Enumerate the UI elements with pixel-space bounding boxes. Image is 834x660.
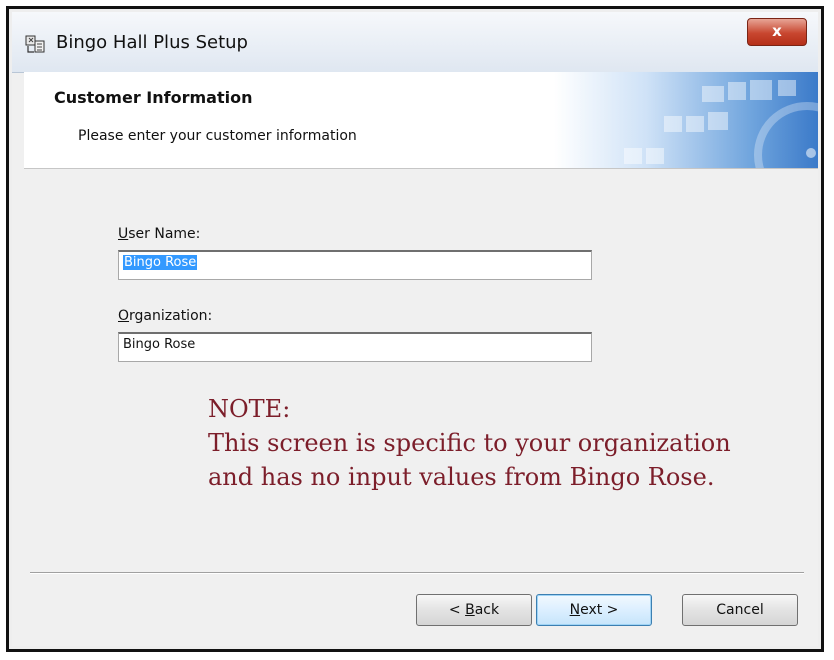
organization-value: Bingo Rose — [123, 337, 196, 352]
banner-graphic — [554, 72, 818, 168]
organization-field[interactable]: Bingo Rose — [118, 332, 592, 362]
note-line: This screen is specific to your organiza… — [208, 429, 731, 457]
back-button[interactable]: < Back — [416, 594, 532, 626]
page-subtitle: Please enter your customer information — [78, 128, 357, 144]
note-heading: NOTE: — [208, 395, 291, 423]
close-icon: x — [772, 22, 782, 40]
setup-window: Bingo Hall Plus Setup x Customer Informa… — [12, 12, 818, 646]
page-title: Customer Information — [54, 88, 253, 107]
username-value: Bingo Rose — [123, 255, 198, 270]
window-title: Bingo Hall Plus Setup — [56, 32, 248, 53]
username-label: User Name: — [118, 226, 201, 242]
note-line: and has no input values from Bingo Rose. — [208, 463, 715, 491]
close-button[interactable]: x — [747, 18, 807, 46]
cancel-button[interactable]: Cancel — [682, 594, 798, 626]
username-field[interactable]: Bingo Rose — [118, 250, 592, 280]
title-bar[interactable]: Bingo Hall Plus Setup x — [12, 12, 818, 73]
note-annotation: NOTE: This screen is specific to your or… — [208, 392, 808, 494]
header-banner — [24, 72, 818, 169]
installer-icon — [25, 35, 45, 53]
footer-separator — [30, 572, 804, 574]
organization-label: Organization: — [118, 308, 213, 324]
next-button[interactable]: Next > — [536, 594, 652, 626]
